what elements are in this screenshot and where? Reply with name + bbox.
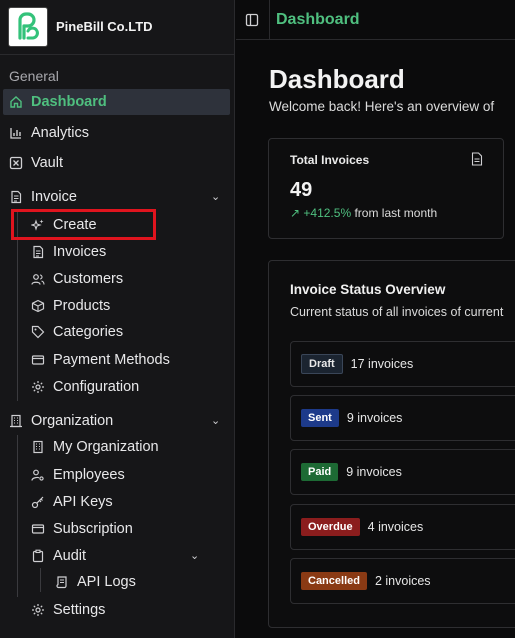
file-lines-icon [31, 245, 45, 259]
bar-chart-icon [9, 126, 23, 140]
sidebar-item-customers[interactable]: Customers [31, 267, 123, 291]
sidebar-item-label: Analytics [31, 125, 90, 141]
home-icon [9, 95, 23, 109]
sidebar-item-label: Categories [53, 324, 124, 340]
topbar: Dashboard [236, 0, 515, 40]
chevron-down-icon[interactable]: ⌄ [211, 190, 220, 203]
divider [269, 0, 270, 40]
status-count: 2 invoices [374, 574, 431, 588]
gear-icon [31, 603, 45, 617]
status-count: 4 invoices [367, 520, 424, 534]
sidebar-item-label: Invoices [53, 244, 107, 260]
sidebar-item-api-logs[interactable]: API Logs [55, 570, 136, 594]
sidebar-item-analytics[interactable]: Analytics [9, 121, 89, 145]
sidebar-item-my-organization[interactable]: My Organization [31, 435, 159, 459]
panel-subtitle: Current status of all invoices of curren… [290, 305, 504, 319]
building-icon [31, 440, 45, 454]
sidebar-item-label: Subscription [53, 521, 133, 537]
page-title: Dashboard [269, 64, 405, 94]
sidebar-item-configuration[interactable]: Configuration [31, 375, 139, 399]
tag-icon [31, 325, 45, 339]
status-row-cancelled[interactable]: Cancelled 2 invoices [290, 558, 515, 604]
status-badge: Cancelled [301, 572, 367, 590]
sidebar-item-employees[interactable]: Employees [31, 463, 125, 487]
trend-text: from last month [354, 206, 438, 220]
card-trend: ↗ +412.5% from last month [290, 206, 437, 220]
sidebar-item-vault[interactable]: Vault [9, 151, 63, 175]
gear-icon [31, 380, 45, 394]
sidebar-group-label: Invoice [31, 189, 77, 205]
building-icon [9, 414, 23, 428]
status-row-sent[interactable]: Sent 9 invoices [290, 395, 515, 441]
card-value: 49 [290, 179, 313, 201]
highlight-annotation-box [11, 209, 156, 240]
brand-name: PineBill Co.LTD [56, 19, 153, 34]
sidebar-item-label: Settings [53, 602, 106, 618]
document-icon [471, 152, 483, 166]
total-invoices-card: Total Invoices 49 ↗ +412.5% from last mo… [268, 138, 504, 239]
status-row-overdue[interactable]: Overdue 4 invoices [290, 504, 515, 550]
chevron-down-icon[interactable]: ⌄ [211, 414, 220, 427]
status-row-paid[interactable]: Paid 9 invoices [290, 449, 515, 495]
key-icon [31, 495, 45, 509]
package-icon [31, 299, 45, 313]
page-subtitle: Welcome back! Here's an overview of [269, 99, 495, 114]
sidebar-item-label: Dashboard [31, 94, 107, 110]
status-row-draft[interactable]: Draft 17 invoices [290, 341, 515, 387]
status-badge: Overdue [301, 518, 360, 536]
user-cog-icon [31, 468, 45, 482]
sidebar-group-organization[interactable]: Organization [9, 409, 113, 433]
sidebar-item-invoices[interactable]: Invoices [31, 240, 106, 264]
status-count: 9 invoices [346, 411, 403, 425]
sidebar-item-label: Configuration [53, 379, 140, 395]
status-badge: Paid [301, 463, 339, 481]
sidebar-item-label: Customers [53, 271, 124, 287]
sidebar-item-dashboard[interactable]: Dashboard [3, 89, 230, 115]
sidebar-item-label: Products [53, 298, 111, 314]
status-count: 17 invoices [350, 357, 414, 371]
sidebar: PineBill Co.LTD General Dashboard Analyt… [0, 0, 235, 638]
vault-icon [9, 156, 23, 170]
sidebar-item-label: Employees [53, 467, 125, 483]
sidebar-item-categories[interactable]: Categories [31, 320, 123, 344]
credit-card-icon [31, 522, 45, 536]
trend-percent: +412.5% [303, 206, 352, 220]
invoice-icon [9, 190, 23, 204]
clipboard-icon [31, 549, 45, 563]
brand-header[interactable]: PineBill Co.LTD [0, 0, 235, 55]
card-title: Total Invoices [290, 153, 370, 167]
sidebar-toggle-icon[interactable] [245, 13, 259, 27]
invoice-status-panel: Invoice Status Overview Current status o… [268, 260, 515, 628]
trend-up-icon: ↗ [290, 206, 301, 220]
sidebar-item-subscription[interactable]: Subscription [31, 517, 133, 541]
status-badge: Draft [301, 354, 343, 374]
sidebar-group-invoice[interactable]: Invoice [9, 185, 77, 209]
panel-title: Invoice Status Overview [290, 282, 446, 297]
credit-card-icon [31, 353, 45, 367]
tree-line [40, 568, 41, 592]
status-badge: Sent [301, 409, 339, 427]
users-icon [31, 272, 45, 286]
sidebar-item-api-keys[interactable]: API Keys [31, 490, 113, 514]
sidebar-item-label: API Logs [77, 574, 136, 590]
status-count: 9 invoices [346, 465, 402, 479]
sidebar-group-label: Organization [31, 413, 114, 429]
sidebar-item-payment-methods[interactable]: Payment Methods [31, 348, 170, 372]
sidebar-item-products[interactable]: Products [31, 294, 110, 318]
sidebar-item-label: Payment Methods [53, 352, 170, 368]
pinebill-logo-icon [8, 7, 48, 47]
sidebar-item-label: API Keys [53, 494, 113, 510]
sidebar-item-label: Vault [31, 155, 63, 171]
breadcrumb-title: Dashboard [276, 11, 360, 28]
sidebar-item-audit[interactable]: Audit [31, 544, 86, 568]
chevron-down-icon[interactable]: ⌄ [190, 549, 199, 562]
sidebar-item-label: Audit [53, 548, 87, 564]
sidebar-item-settings[interactable]: Settings [31, 598, 105, 622]
tree-line [17, 435, 18, 597]
section-label-general: General [9, 68, 59, 84]
sidebar-item-label: My Organization [53, 439, 159, 455]
scroll-icon [55, 575, 69, 589]
